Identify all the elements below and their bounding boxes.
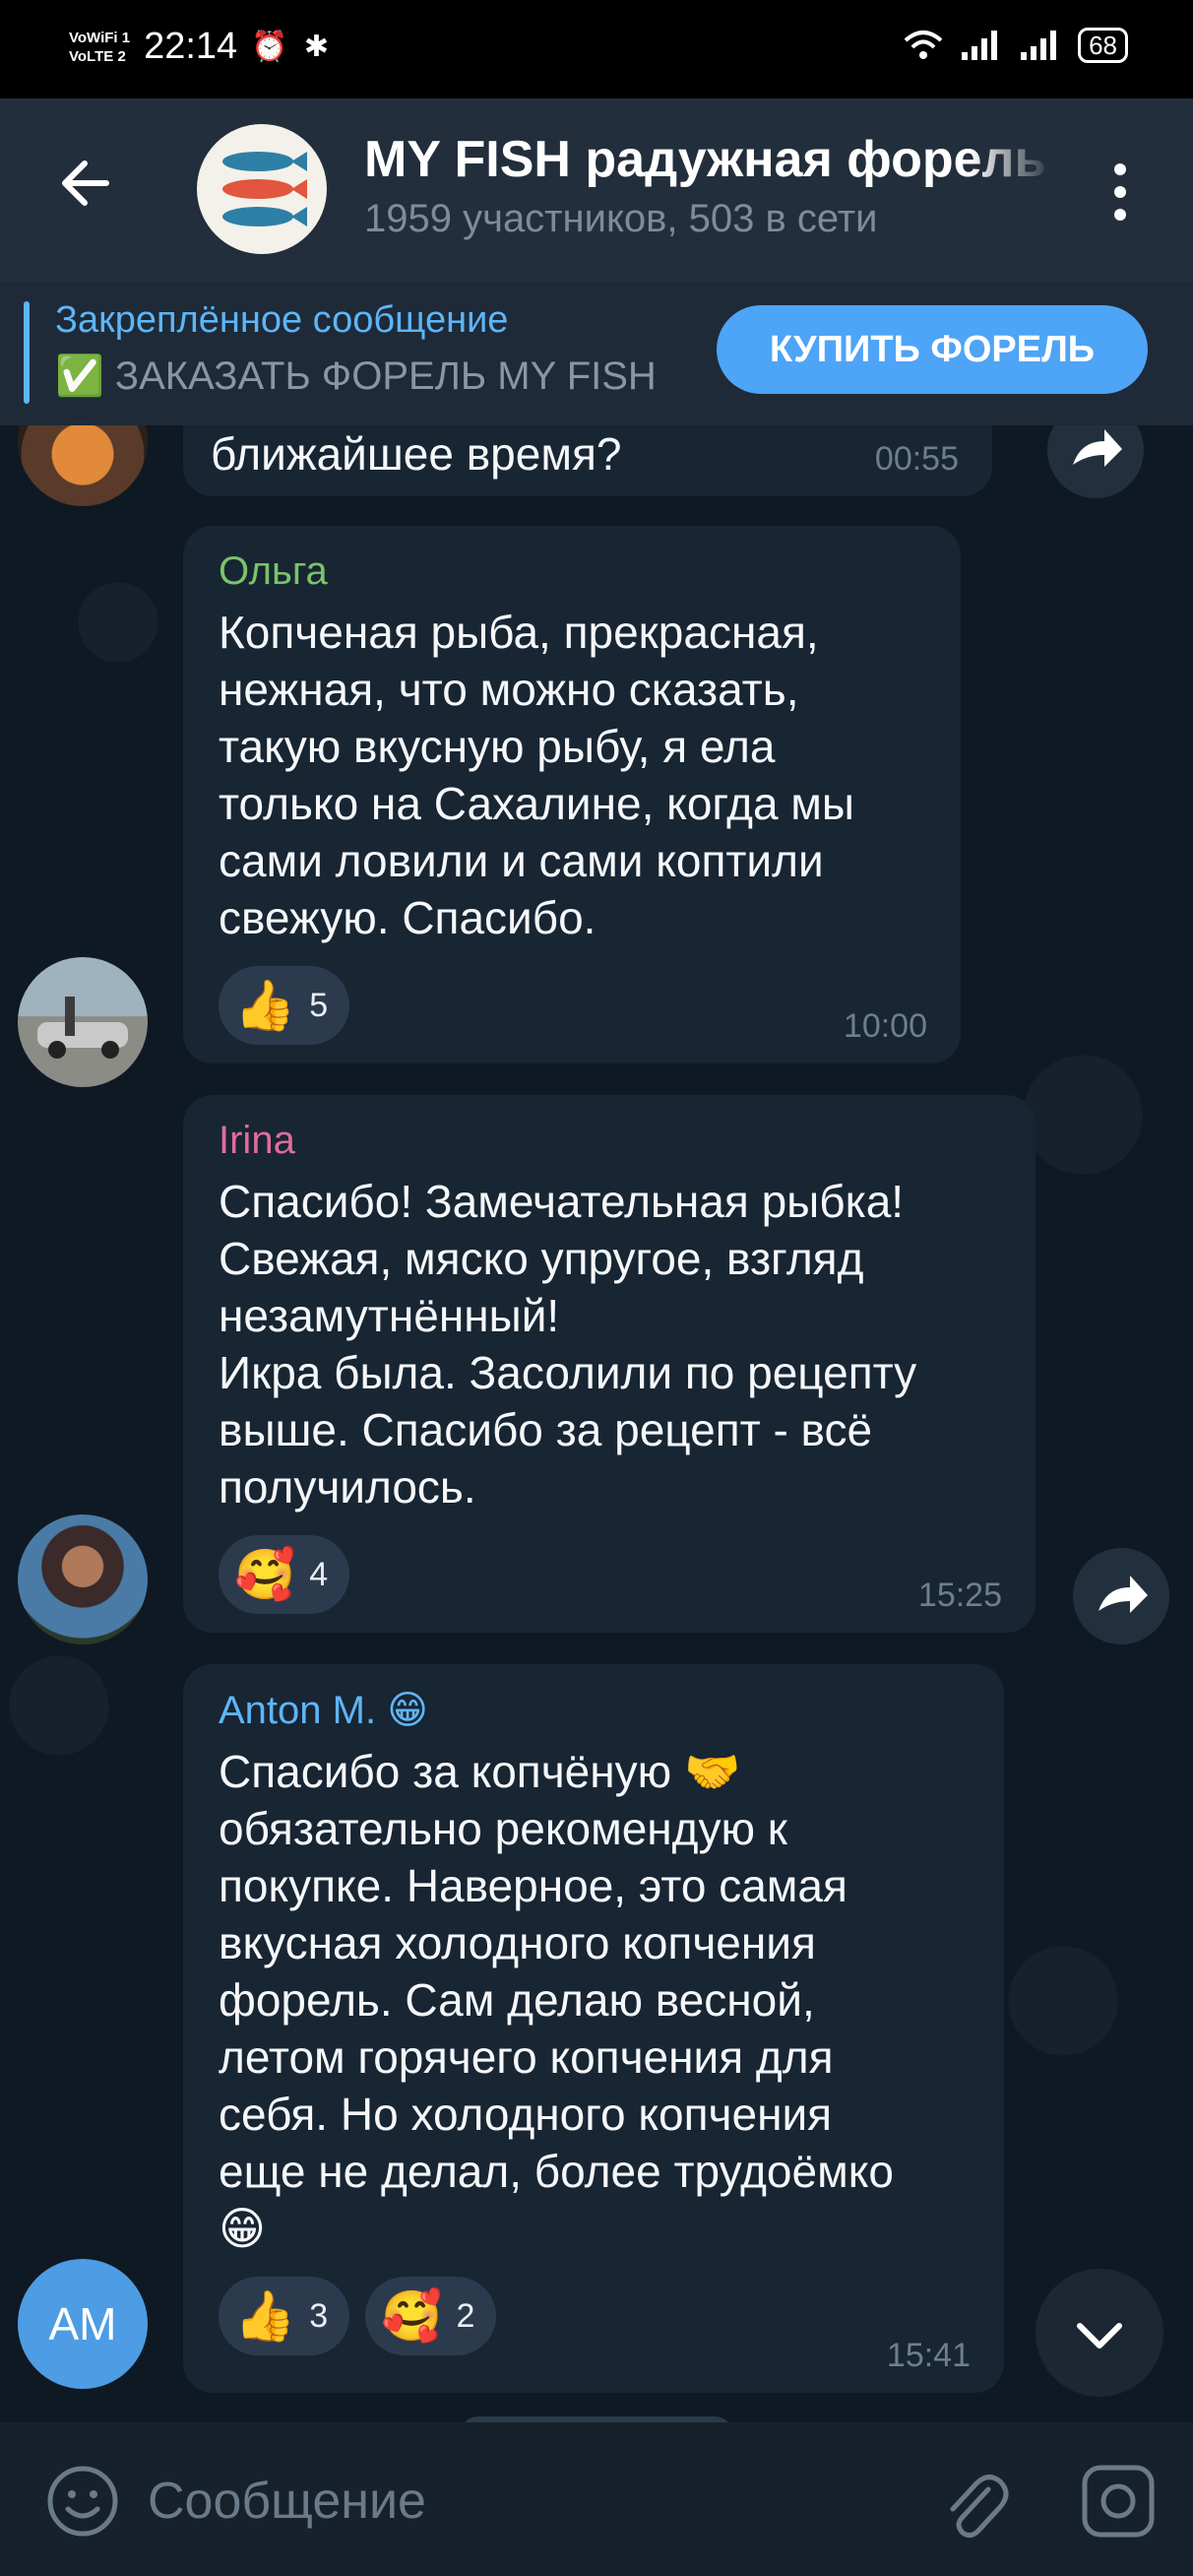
- smiling-face-hearts-icon: 🥰: [234, 1547, 296, 1602]
- thumbs-up-icon: 👍: [234, 2288, 296, 2344]
- clock: 22:14: [144, 26, 238, 67]
- reactions: 👍 5: [219, 966, 925, 1045]
- car-photo-icon: [37, 997, 128, 1059]
- buy-trout-button[interactable]: КУПИТЬ ФОРЕЛЬ: [717, 305, 1148, 394]
- wifi-icon: [904, 31, 943, 59]
- volte-label: VoLTE 2: [69, 47, 126, 65]
- message-time: 10:00: [843, 1007, 927, 1045]
- share-button[interactable]: [1073, 1548, 1169, 1644]
- reaction-chip[interactable]: 🥰 2: [365, 2277, 497, 2355]
- message-text: Спасибо за копчёную 🤝 обязательно рекоме…: [219, 1746, 894, 2254]
- reactions: 👍 3 🥰 2: [219, 2277, 969, 2355]
- forward-icon: [1099, 1576, 1148, 1613]
- chat-header: MY FISH радужная форель 1959 участников,…: [0, 98, 1193, 282]
- pinned-label: Закреплённое сообщение: [55, 299, 509, 341]
- message-text: ближайшее время?: [211, 428, 622, 480]
- message-author[interactable]: Irina: [219, 1119, 1000, 1163]
- pinned-message-bar[interactable]: Закреплённое сообщение ✅ ЗАКАЗАТЬ ФОРЕЛЬ…: [0, 282, 1193, 425]
- reaction-count: 2: [456, 2296, 475, 2335]
- share-button[interactable]: [1047, 425, 1144, 498]
- message-author[interactable]: Ольга: [219, 549, 925, 594]
- status-bar: VoWiFi 1 VoLTE 2 22:14 ⏰ ✱ 68: [0, 0, 1193, 98]
- avatar[interactable]: [18, 1514, 148, 1644]
- message-bubble[interactable]: Irina Спасибо! Замечательная рыбка! Свеж…: [183, 1095, 1036, 1633]
- status-left: VoWiFi 1 VoLTE 2 22:14 ⏰ ✱: [69, 26, 333, 68]
- message-time: 15:25: [917, 1577, 1002, 1614]
- attach-icon[interactable]: [935, 2460, 1010, 2544]
- pinned-text: ✅ ЗАКАЗАТЬ ФОРЕЛЬ MY FISH: [55, 354, 657, 398]
- message-bubble[interactable]: Anton M. 😁 Спасибо за копчёную 🤝 обязате…: [183, 1664, 1004, 2393]
- message-bubble[interactable]: ближайшее время? 00:55: [183, 425, 992, 496]
- reaction-count: 5: [309, 986, 329, 1024]
- message-text: Копченая рыба, прекрасная, нежная, что м…: [219, 607, 854, 943]
- chat-title[interactable]: MY FISH радужная форель: [364, 130, 1053, 189]
- thumbs-up-icon: 👍: [234, 978, 296, 1033]
- message-list[interactable]: ближайшее время? 00:55 Ольга Копченая ры…: [0, 425, 1193, 2422]
- channel-avatar[interactable]: [197, 124, 327, 254]
- reaction-count: 4: [309, 1555, 329, 1593]
- emoji-icon[interactable]: [45, 2464, 120, 2539]
- signal-icon: [962, 31, 998, 60]
- avatar[interactable]: [18, 957, 148, 1087]
- message-input-bar: [0, 2422, 1193, 2576]
- chat-subtitle: 1959 участников, 503 в сети: [364, 197, 878, 240]
- camera-icon[interactable]: [1079, 2462, 1158, 2541]
- reactions: 🥰 4: [219, 1535, 1000, 1614]
- reaction-chip[interactable]: 👍 5: [219, 966, 350, 1045]
- chevron-down-icon: [1077, 2323, 1122, 2349]
- reaction-chip[interactable]: 🥰 4: [219, 1535, 350, 1614]
- message-author[interactable]: Anton M. 😁: [219, 1688, 969, 1733]
- reaction-chip[interactable]: 👍 3: [219, 2277, 350, 2355]
- back-arrow-icon[interactable]: [51, 148, 122, 219]
- fish-logo-icon: [222, 152, 307, 226]
- avatar[interactable]: [18, 425, 148, 506]
- alarm-bluetooth-icons: ⏰ ✱: [251, 31, 334, 63]
- vowifi-label: VoWiFi 1: [69, 29, 131, 46]
- message-time: 00:55: [874, 440, 959, 478]
- smiling-face-hearts-icon: 🥰: [381, 2288, 443, 2344]
- forward-icon: [1073, 429, 1122, 467]
- message-input[interactable]: [148, 2452, 915, 2550]
- avatar[interactable]: AM: [18, 2259, 148, 2389]
- reaction-count: 3: [309, 2296, 329, 2335]
- status-right: 68: [903, 28, 1128, 63]
- message-time: 15:41: [886, 2337, 971, 2374]
- scroll-down-button[interactable]: [1036, 2269, 1163, 2397]
- signal-icon-2: [1021, 31, 1057, 60]
- message-text: Спасибо! Замечательная рыбка! Свежая, мя…: [219, 1176, 917, 1513]
- pinned-indicator: [24, 301, 30, 404]
- message-bubble[interactable]: Ольга Копченая рыба, прекрасная, нежная,…: [183, 526, 961, 1063]
- more-menu-icon[interactable]: [1100, 158, 1140, 226]
- battery-indicator: 68: [1078, 28, 1128, 63]
- network-indicator: VoWiFi 1 VoLTE 2: [69, 29, 130, 66]
